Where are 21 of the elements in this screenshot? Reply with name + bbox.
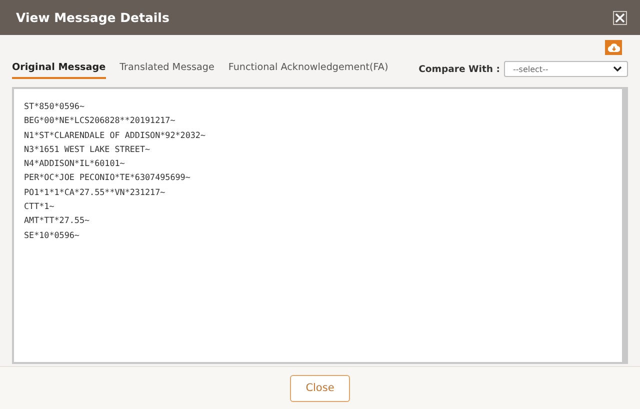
compare-label: Compare With : <box>418 64 500 74</box>
message-line: N3*1651 WEST LAKE STREET~ <box>24 142 152 156</box>
message-line: PER*OC*JOE PECONIO*TE*6307495699~ <box>24 171 192 184</box>
close-icon[interactable] <box>613 10 627 24</box>
message-line: BEG*00*NE*LCS206828**20191217~ <box>24 114 176 128</box>
message-line: AMT*TT*27.55~ <box>24 214 91 228</box>
compare-dropdown[interactable]: --select-- <box>504 61 628 77</box>
message-text-area[interactable] <box>12 87 628 364</box>
tab[interactable]: Translated Message <box>120 59 214 79</box>
tab[interactable]: Original Message <box>12 59 106 79</box>
window-title: View Message Details <box>16 10 170 25</box>
cloud-download-icon[interactable] <box>605 40 622 55</box>
message-line: N4*ADDISON*IL*60101~ <box>24 157 126 170</box>
message-line: N1*ST*CLARENDALE OF ADDISON*92*2032~ <box>24 128 207 142</box>
message-line: CTT*1~ <box>24 200 56 214</box>
message-line: PO1*1*1*CA*27.55**VN*231217~ <box>24 186 166 199</box>
chevron-down-icon <box>613 66 622 72</box>
close-button[interactable]: Close <box>290 374 350 402</box>
message-line: SE*10*0596~ <box>24 228 80 242</box>
message-line: ST*850*0596~ <box>24 100 86 113</box>
tab[interactable]: Functional Acknowledgement(FA) <box>228 59 388 79</box>
